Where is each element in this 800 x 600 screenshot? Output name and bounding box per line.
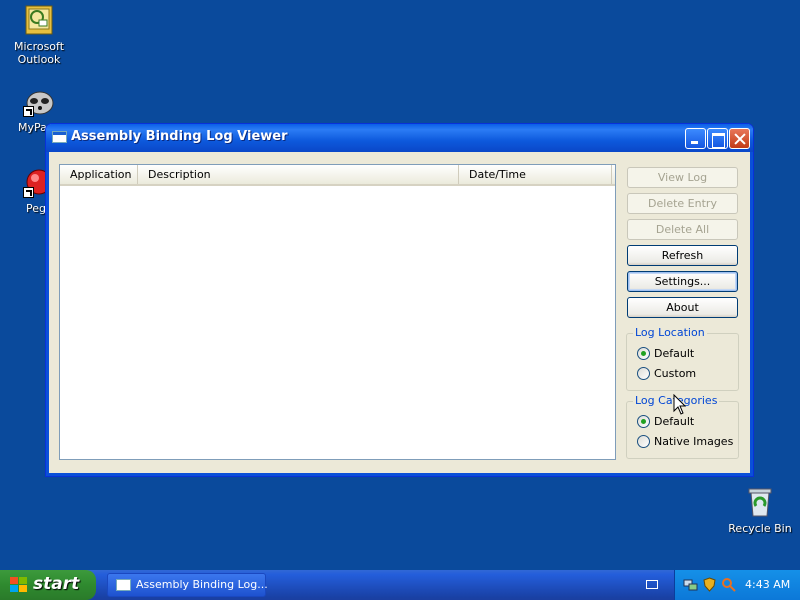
settings-button[interactable]: Settings... [627,271,738,292]
radio-button[interactable] [637,435,650,448]
radio-button[interactable] [637,367,650,380]
radio-label: Default [654,347,695,360]
about-button[interactable]: About [627,297,738,318]
keyboard-icon[interactable] [646,580,658,589]
application-icon [52,131,67,143]
start-label: start [33,574,80,594]
mypal-icon [23,85,55,117]
desktop-icon-label: Microsoft Outlook [13,40,65,66]
desktop-icon-recycle-bin[interactable]: Recycle Bin [721,486,799,535]
security-shield-icon[interactable] [702,577,717,592]
shortcut-arrow-icon [23,187,34,198]
maximize-button[interactable] [707,128,728,149]
minimize-button[interactable] [685,128,706,149]
radio-button-checked[interactable] [637,415,650,428]
taskbar-button-assembly-binding-log-viewer[interactable]: Assembly Binding Log... [107,573,268,597]
system-tray: 4:43 AM [674,570,800,600]
desktop-icon-label: Recycle Bin [728,522,792,535]
radio-label: Native Images [654,435,734,448]
recycle-bin-icon [744,486,776,518]
search-icon[interactable] [721,577,736,592]
radio-label: Custom [654,367,697,380]
assembly-binding-log-viewer-window: Assembly Binding Log Viewer Application … [45,123,754,477]
taskbar: start Assembly Binding Log... 4:43 AM [0,570,800,600]
log-location-legend: Log Location [633,326,707,339]
window-title: Assembly Binding Log Viewer [71,129,288,144]
close-button[interactable] [729,128,750,149]
refresh-button[interactable]: Refresh [627,245,738,266]
list-header: Application Description Date/Time [60,165,615,186]
taskbar-button-label: Assembly Binding Log... [136,578,268,591]
delete-entry-button[interactable]: Delete Entry [627,193,738,214]
column-header-description[interactable]: Description [138,165,459,184]
column-header-application[interactable]: Application [60,165,138,184]
desktop-icon-outlook[interactable]: Microsoft Outlook [0,4,78,66]
radio-button-checked[interactable] [637,347,650,360]
shortcut-arrow-icon [23,106,34,117]
delete-all-button[interactable]: Delete All [627,219,738,240]
radio-label: Default [654,415,695,428]
clock[interactable]: 4:43 AM [745,578,790,591]
title-bar[interactable]: Assembly Binding Log Viewer [46,124,753,152]
mouse-cursor-icon [673,394,687,415]
outlook-icon [23,4,55,36]
log-location-group: Log Location Default Custom [626,326,739,391]
windows-logo-icon [10,577,27,592]
start-button[interactable]: start [0,570,96,600]
network-icon[interactable] [683,577,698,592]
window-icon [116,579,131,591]
column-header-date-time[interactable]: Date/Time [459,165,612,184]
view-log-button[interactable]: View Log [627,167,738,188]
log-list-view[interactable]: Application Description Date/Time [59,164,616,460]
